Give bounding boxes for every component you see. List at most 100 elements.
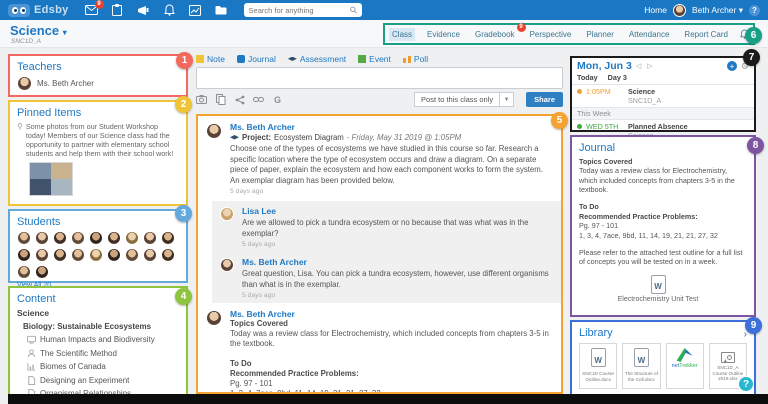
- reply-timestamp: 5 days ago: [242, 241, 553, 248]
- teacher-avatar: [17, 76, 32, 91]
- teacher-item[interactable]: Ms. Beth Archer: [17, 76, 179, 91]
- student-avatar[interactable]: [107, 248, 121, 262]
- tab-planner[interactable]: Planner: [583, 28, 617, 41]
- content-item[interactable]: Designing an Experiment: [27, 376, 179, 385]
- tab-report-card[interactable]: Report Card: [681, 28, 731, 41]
- student-avatar[interactable]: [35, 265, 49, 279]
- help-bubble-icon[interactable]: ?: [738, 376, 754, 392]
- event-dot-icon: [577, 124, 582, 129]
- post-text-input[interactable]: [196, 67, 563, 89]
- library-item[interactable]: W SNC1D Course Outline.docx: [579, 343, 617, 389]
- feed-post-project[interactable]: Ms. Beth Archer Project: Ecosystem Diagr…: [198, 116, 561, 199]
- content-item[interactable]: Biomes of Canada: [27, 362, 179, 371]
- composer-tab-event[interactable]: Event: [358, 54, 391, 64]
- user-avatar[interactable]: [673, 4, 686, 17]
- reply-author[interactable]: Ms. Beth Archer: [242, 257, 553, 267]
- post-date: - Friday, May 31 2019 @ 1:05PM: [347, 133, 461, 142]
- edsby-logo[interactable]: Edsby: [8, 4, 69, 17]
- folder-icon[interactable]: [215, 4, 228, 17]
- share-button[interactable]: Share: [526, 92, 563, 107]
- clipboard-icon[interactable]: [111, 4, 124, 17]
- pinned-photo-thumbnail[interactable]: [29, 162, 73, 196]
- post-composer: Note Journal Assessment Event Poll G Pos…: [196, 54, 563, 112]
- student-avatar[interactable]: [53, 248, 67, 262]
- pinned-item[interactable]: ⚲ Some photos from our Student Workshop …: [17, 122, 179, 158]
- calendar-date-title[interactable]: Mon, Jun 3: [577, 60, 632, 72]
- link-icon[interactable]: [253, 94, 264, 105]
- post-line: Pg. 97 - 101: [230, 379, 553, 389]
- student-avatar[interactable]: [143, 231, 157, 245]
- student-avatar[interactable]: [17, 231, 31, 245]
- student-avatar[interactable]: [71, 248, 85, 262]
- attachment-caption: Electrochemistry Unit Test: [603, 296, 713, 305]
- journal-attachment[interactable]: W Electrochemistry Unit Test: [603, 275, 713, 305]
- event-icon: [358, 55, 366, 63]
- student-avatar[interactable]: [35, 231, 49, 245]
- global-search[interactable]: [244, 3, 362, 17]
- home-link[interactable]: Home: [644, 5, 667, 15]
- copy-paste-icon[interactable]: [215, 94, 226, 105]
- students-grid: [17, 231, 187, 279]
- class-code: SNC1D_A: [11, 38, 41, 45]
- bell-icon[interactable]: [163, 4, 176, 17]
- google-icon[interactable]: G: [272, 94, 283, 105]
- content-subject[interactable]: Science: [17, 308, 179, 318]
- student-avatar[interactable]: [125, 231, 139, 245]
- student-avatar[interactable]: [143, 248, 157, 262]
- content-item[interactable]: Human Impacts and Biodiversity: [27, 335, 179, 344]
- tab-gradebook[interactable]: Gradebook9: [472, 28, 518, 41]
- share-nodes-icon[interactable]: [234, 94, 245, 105]
- user-menu[interactable]: Beth Archer ▾: [692, 5, 743, 16]
- journal-line: Recommended Practice Problems:: [579, 212, 747, 221]
- reply-item[interactable]: Ms. Beth Archer Great question, Lisa. Yo…: [212, 252, 561, 303]
- calendar-prev-icon[interactable]: ◁: [636, 62, 643, 70]
- student-avatar[interactable]: [125, 248, 139, 262]
- student-avatar[interactable]: [17, 265, 31, 279]
- journal-panel: Journal Topics Covered Today was a revie…: [570, 135, 756, 317]
- student-avatar[interactable]: [89, 231, 103, 245]
- composer-tab-journal[interactable]: Journal: [237, 54, 276, 64]
- student-avatar[interactable]: [71, 231, 85, 245]
- analytics-icon[interactable]: [189, 4, 202, 17]
- post-scope-select[interactable]: Post to this class only ▼: [414, 92, 514, 107]
- tab-class[interactable]: Class: [389, 28, 415, 41]
- search-input[interactable]: [249, 6, 346, 15]
- calendar-panel: Mon, Jun 3 ◁ ▷ + ⚙ Today Day 3 1:05PM Sc…: [570, 56, 756, 132]
- student-avatar[interactable]: [53, 231, 67, 245]
- composer-tab-poll[interactable]: Poll: [403, 54, 428, 64]
- composer-tab-note[interactable]: Note: [196, 54, 225, 64]
- help-icon[interactable]: ?: [749, 5, 760, 16]
- event-time: 1:05PM: [586, 87, 624, 105]
- reply-item[interactable]: Lisa Lee Are we allowed to pick a tundra…: [212, 201, 561, 252]
- student-avatar[interactable]: [161, 248, 175, 262]
- student-avatar[interactable]: [107, 231, 121, 245]
- journal-title[interactable]: Journal: [579, 142, 747, 154]
- reply-author[interactable]: Lisa Lee: [242, 206, 553, 216]
- student-avatar[interactable]: [35, 248, 49, 262]
- composer-tab-assessment[interactable]: Assessment: [288, 54, 346, 64]
- library-item-caption: The Structure of the Cell.docx: [623, 371, 659, 382]
- calendar-next-icon[interactable]: ▷: [647, 62, 654, 70]
- student-avatar[interactable]: [17, 248, 31, 262]
- tab-attendance[interactable]: Attendance: [626, 28, 672, 41]
- add-event-icon[interactable]: +: [727, 61, 737, 71]
- callout-8: 8: [747, 137, 764, 154]
- content-item[interactable]: The Scientific Method: [27, 349, 179, 358]
- calendar-event[interactable]: 1:05PM Science SNC1D_A: [572, 85, 754, 107]
- library-item[interactable]: netTrekker: [666, 343, 704, 389]
- tab-evidence[interactable]: Evidence: [424, 28, 463, 41]
- student-avatar[interactable]: [89, 248, 103, 262]
- megaphone-icon[interactable]: [137, 4, 150, 17]
- camera-icon[interactable]: [196, 94, 207, 105]
- post-author[interactable]: Ms. Beth Archer: [230, 309, 553, 319]
- tab-perspective[interactable]: Perspective: [527, 28, 575, 41]
- mail-icon[interactable]: 9: [85, 4, 98, 17]
- content-unit[interactable]: Biology: Sustainable Ecosystems: [23, 322, 179, 331]
- feed-post-journal[interactable]: Ms. Beth Archer Topics Covered Today was…: [198, 303, 561, 394]
- post-title[interactable]: Ecosystem Diagram: [274, 133, 344, 142]
- class-title-dropdown[interactable]: Science ▾: [10, 23, 67, 38]
- library-item[interactable]: W The Structure of the Cell.docx: [622, 343, 660, 389]
- library-title[interactable]: Library: [579, 327, 613, 339]
- student-avatar[interactable]: [161, 231, 175, 245]
- post-author[interactable]: Ms. Beth Archer: [230, 122, 553, 132]
